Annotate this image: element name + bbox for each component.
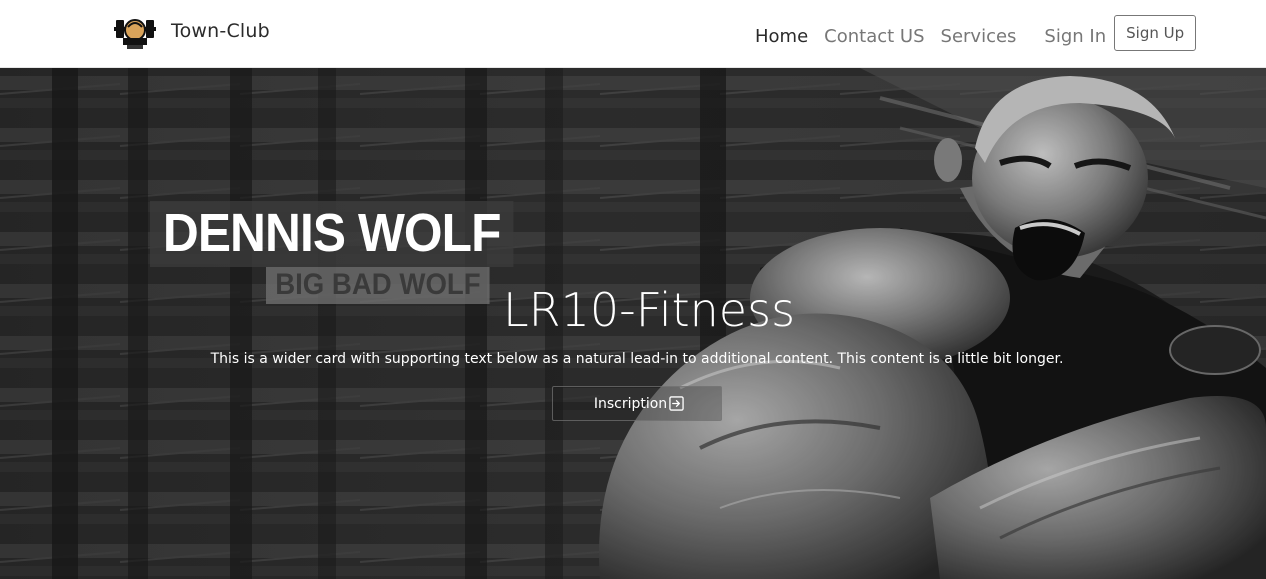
navbar: Town-Club Home Contact US Services Sign … [0,0,1266,68]
sign-in-link[interactable]: Sign In [1044,26,1106,47]
hero-title: LR10-Fitness [503,283,796,337]
hero-section: DENNIS WOLF BIG BAD WOLF LR10-Fitness Th… [0,68,1266,579]
hero-description: This is a wider card with supporting tex… [210,351,1064,367]
poster-name-text: DENNIS WOLF [150,201,514,267]
nav-contact-link[interactable]: Contact US [824,26,924,47]
nav-links: Home Contact US Services Sign In Sign Up [755,15,1197,51]
sign-up-button[interactable]: Sign Up [1114,15,1197,51]
inscription-button-label: Inscription [593,395,668,412]
nav-home-link[interactable]: Home [755,26,808,47]
poster-tagline-text: BIG BAD WOLF [266,267,490,304]
arrow-right-square-icon [669,396,684,411]
dumbbell-gym-logo-icon[interactable] [114,13,156,51]
brand-name[interactable]: Town-Club [171,20,270,42]
nav-services-link[interactable]: Services [941,26,1017,47]
inscription-button[interactable]: Inscription [552,386,722,421]
